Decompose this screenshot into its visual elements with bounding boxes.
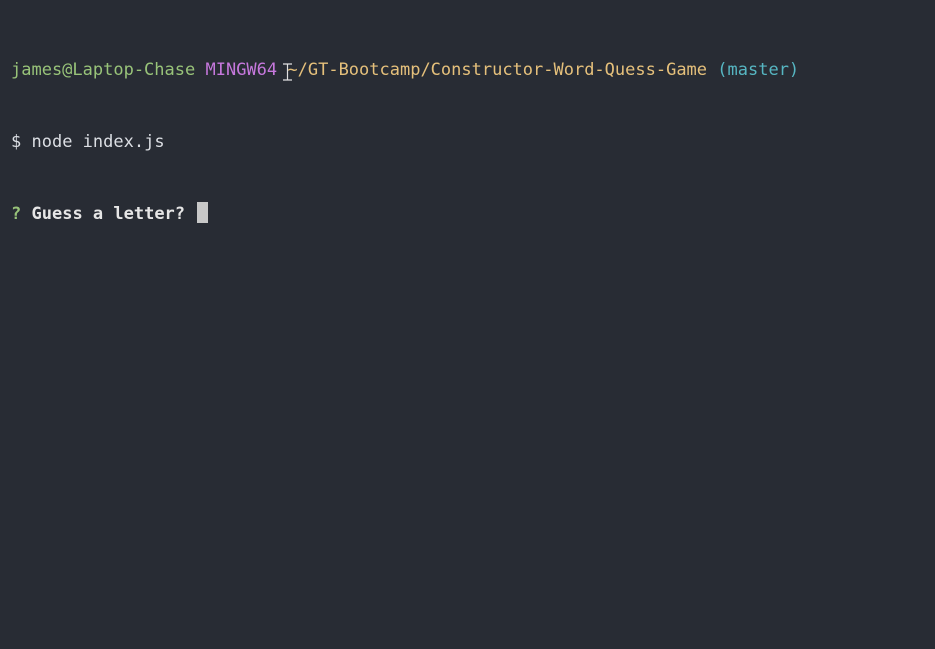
command-text: node index.js xyxy=(31,132,165,152)
terminal-window[interactable]: james@Laptop-Chase MINGW64 ~/GT-Bootcamp… xyxy=(0,0,935,649)
question-text: Guess a letter? xyxy=(31,204,186,224)
shell-prompt-line: james@Laptop-Chase MINGW64 ~/GT-Bootcamp… xyxy=(11,58,935,82)
block-cursor-icon[interactable] xyxy=(197,202,209,223)
git-branch: (master) xyxy=(717,60,800,80)
system-name: MINGW64 xyxy=(205,60,278,80)
question-marker: ? xyxy=(11,204,22,224)
prompt-symbol: $ xyxy=(11,132,22,152)
question-line[interactable]: ? Guess a letter? xyxy=(11,202,935,226)
user-host: james@Laptop-Chase xyxy=(11,60,196,80)
text-cursor-ibeam-icon xyxy=(283,63,292,81)
command-line: $ node index.js xyxy=(11,130,935,154)
current-path: ~/GT-Bootcamp/Constructor-Word-Quess-Gam… xyxy=(287,60,708,80)
